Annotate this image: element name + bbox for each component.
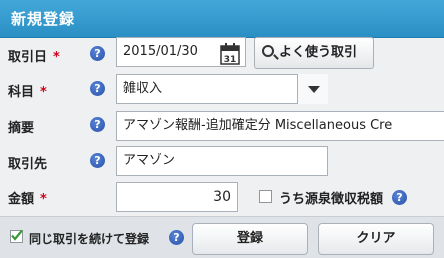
calendar-day: 31 [224, 55, 237, 65]
withholding-label: うち源泉徴収税額 [279, 192, 384, 207]
date-label: 取引日 * [8, 50, 60, 65]
date-value: 2015/01/30 [123, 44, 198, 59]
help-icon[interactable]: ? [392, 190, 407, 205]
chevron-down-icon[interactable] [297, 74, 328, 104]
register-button[interactable]: 登録 [192, 223, 308, 255]
dialog-title: 新規登録 [11, 10, 76, 28]
partner-input[interactable]: アマゾン [116, 146, 328, 176]
description-label: 摘要 [8, 121, 35, 136]
help-icon[interactable]: ? [169, 230, 184, 245]
amount-value: 30 [213, 189, 231, 205]
help-icon[interactable]: ? [90, 153, 105, 168]
frequent-transactions-label: よく使う取引 [279, 45, 358, 60]
category-value: 雑収入 [123, 81, 163, 96]
category-label: 科目 * [8, 85, 47, 100]
description-value: アマゾン報酬-追加確定分 Miscellaneous Cre [123, 118, 393, 133]
required-mark: * [40, 192, 47, 207]
search-icon [262, 45, 274, 57]
amount-label: 金額 * [8, 192, 47, 207]
dialog-footer: 同じ取引を続けて登録 ? 登録 クリア [0, 216, 444, 258]
continue-label: 同じ取引を続けて登録 [29, 232, 150, 246]
help-icon[interactable]: ? [90, 46, 105, 61]
partner-label: 取引先 [8, 157, 48, 172]
dialog-title-bar: 新規登録 [0, 0, 444, 38]
calendar-icon[interactable]: 31 [220, 43, 240, 65]
required-mark: * [40, 85, 47, 100]
continue-checkbox[interactable] [10, 229, 23, 243]
check-icon [11, 229, 23, 241]
withholding-checkbox[interactable] [259, 190, 272, 203]
clear-button[interactable]: クリア [318, 223, 434, 255]
amount-input[interactable]: 30 [116, 182, 238, 212]
partner-value: アマゾン [123, 153, 176, 168]
required-mark: * [53, 50, 60, 65]
help-icon[interactable]: ? [90, 117, 105, 132]
frequent-transactions-button[interactable]: よく使う取引 [254, 37, 374, 69]
description-input[interactable]: アマゾン報酬-追加確定分 Miscellaneous Cre [116, 111, 444, 141]
help-icon[interactable]: ? [90, 81, 105, 96]
